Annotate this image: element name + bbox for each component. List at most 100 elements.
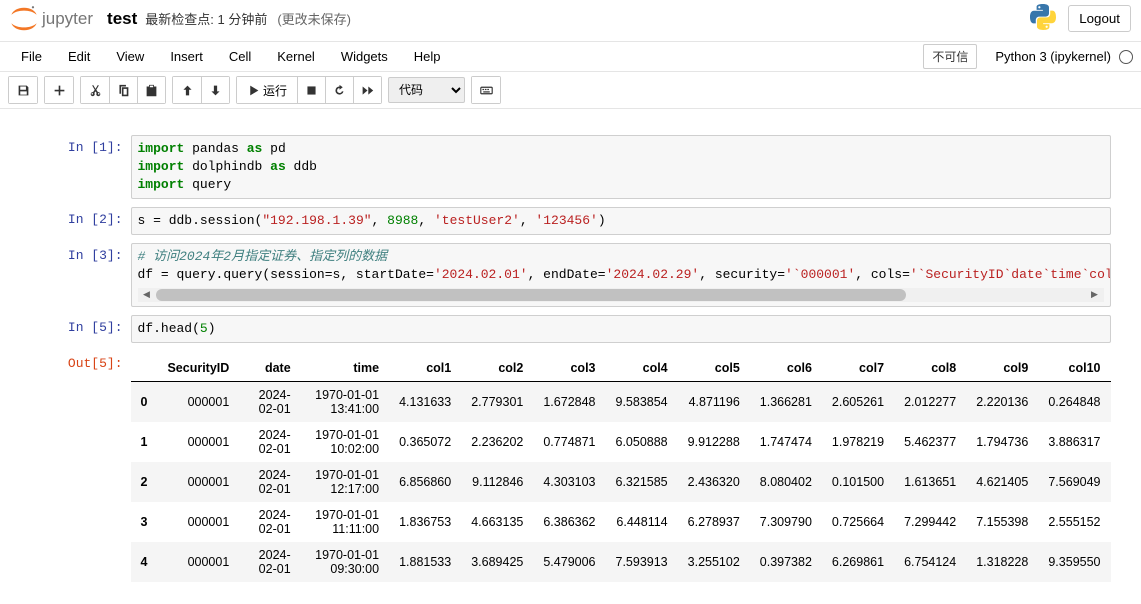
- table-cell: 2024-02-01: [239, 382, 300, 423]
- fast-forward-icon: [361, 84, 374, 97]
- table-cell: 1.366281: [750, 382, 822, 423]
- table-row: 00000012024-02-011970-01-01 13:41:004.13…: [131, 382, 1111, 423]
- code-cell[interactable]: In [5]:df.head(5): [31, 315, 1111, 343]
- table-header: col2: [461, 355, 533, 382]
- command-palette-button[interactable]: [472, 77, 500, 103]
- input-prompt: In [1]:: [31, 135, 131, 199]
- copy-icon: [117, 84, 130, 97]
- scroll-left-icon[interactable]: ◀: [140, 288, 154, 302]
- table-cell: 1.881533: [389, 542, 461, 582]
- save-button[interactable]: [9, 77, 37, 103]
- table-cell: 6.278937: [678, 502, 750, 542]
- horizontal-scrollbar[interactable]: ◀▶: [138, 288, 1104, 302]
- output-area: SecurityIDdatetimecol1col2col3col4col5co…: [131, 351, 1111, 586]
- menu-view[interactable]: View: [103, 42, 157, 71]
- table-cell: 2.220136: [966, 382, 1038, 423]
- table-cell: 8.080402: [750, 462, 822, 502]
- restart-run-all-button[interactable]: [353, 77, 381, 103]
- table-cell: 1970-01-01 12:17:00: [301, 462, 389, 502]
- table-cell: 7.593913: [606, 542, 678, 582]
- table-header: col3: [533, 355, 605, 382]
- run-button[interactable]: 运行: [237, 77, 297, 103]
- table-header: col6: [750, 355, 822, 382]
- table-cell: 7.569049: [1038, 462, 1110, 502]
- table-cell: 2.236202: [461, 422, 533, 462]
- menu-edit[interactable]: Edit: [55, 42, 103, 71]
- row-index: 4: [131, 542, 158, 582]
- table-cell: 9.112846: [461, 462, 533, 502]
- cell-type-select[interactable]: 代码: [388, 77, 465, 103]
- menu-insert[interactable]: Insert: [157, 42, 216, 71]
- scroll-right-icon[interactable]: ▶: [1088, 288, 1102, 302]
- table-cell: 5.479006: [533, 542, 605, 582]
- kernel-name[interactable]: Python 3 (ipykernel): [995, 49, 1111, 64]
- toolbar: 运行 代码: [0, 72, 1141, 109]
- table-cell: 1.836753: [389, 502, 461, 542]
- table-row: 20000012024-02-011970-01-01 12:17:006.85…: [131, 462, 1111, 502]
- table-header: time: [301, 355, 389, 382]
- menu-help[interactable]: Help: [401, 42, 454, 71]
- table-cell: 1.794736: [966, 422, 1038, 462]
- table-cell: 0.774871: [533, 422, 605, 462]
- table-header: col9: [966, 355, 1038, 382]
- move-down-button[interactable]: [201, 77, 229, 103]
- code-cell[interactable]: In [3]:# 访问2024年2月指定证券、指定列的数据 df = query…: [31, 243, 1111, 307]
- table-cell: 0.365072: [389, 422, 461, 462]
- input-area[interactable]: s = ddb.session("192.198.1.39", 8988, 't…: [131, 207, 1111, 235]
- table-cell: 1970-01-01 11:11:00: [301, 502, 389, 542]
- table-cell: 0.725664: [822, 502, 894, 542]
- menu-cell[interactable]: Cell: [216, 42, 264, 71]
- table-cell: 2.605261: [822, 382, 894, 423]
- interrupt-button[interactable]: [297, 77, 325, 103]
- table-row: 40000012024-02-011970-01-01 09:30:001.88…: [131, 542, 1111, 582]
- table-cell: 4.303103: [533, 462, 605, 502]
- table-cell: 6.754124: [894, 542, 966, 582]
- code-cell[interactable]: In [1]:import pandas as pd import dolphi…: [31, 135, 1111, 199]
- row-index: 3: [131, 502, 158, 542]
- insert-cell-button[interactable]: [45, 77, 73, 103]
- notebook-container: In [1]:import pandas as pd import dolphi…: [21, 125, 1121, 604]
- scroll-thumb[interactable]: [156, 289, 906, 301]
- paste-button[interactable]: [137, 77, 165, 103]
- table-cell: 6.050888: [606, 422, 678, 462]
- code-cell[interactable]: In [2]:s = ddb.session("192.198.1.39", 8…: [31, 207, 1111, 235]
- jupyter-logo[interactable]: jupyter: [10, 5, 93, 33]
- table-cell: 1.672848: [533, 382, 605, 423]
- table-cell: 6.386362: [533, 502, 605, 542]
- table-header: SecurityID: [157, 355, 239, 382]
- table-cell: 2.436320: [678, 462, 750, 502]
- table-cell: 1.613651: [894, 462, 966, 502]
- row-index: 1: [131, 422, 158, 462]
- table-cell: 1.978219: [822, 422, 894, 462]
- table-cell: 0.397382: [750, 542, 822, 582]
- table-cell: 2.012277: [894, 382, 966, 423]
- input-prompt: In [2]:: [31, 207, 131, 235]
- table-cell: 7.309790: [750, 502, 822, 542]
- menu-file[interactable]: File: [8, 42, 55, 71]
- table-cell: 1970-01-01 10:02:00: [301, 422, 389, 462]
- menu-kernel[interactable]: Kernel: [264, 42, 328, 71]
- move-up-button[interactable]: [173, 77, 201, 103]
- logout-button[interactable]: Logout: [1068, 5, 1131, 32]
- menu-widgets[interactable]: Widgets: [328, 42, 401, 71]
- trusted-indicator[interactable]: 不可信: [923, 44, 977, 69]
- table-cell: 6.269861: [822, 542, 894, 582]
- table-cell: 6.321585: [606, 462, 678, 502]
- table-cell: 1970-01-01 09:30:00: [301, 542, 389, 582]
- copy-button[interactable]: [109, 77, 137, 103]
- table-header: col1: [389, 355, 461, 382]
- input-area[interactable]: df.head(5): [131, 315, 1111, 343]
- notebook-title[interactable]: test: [107, 9, 137, 29]
- table-cell: 000001: [157, 462, 239, 502]
- output-prompt: Out[5]:: [31, 351, 131, 586]
- table-header: col7: [822, 355, 894, 382]
- cut-button[interactable]: [81, 77, 109, 103]
- arrow-up-icon: [181, 84, 194, 97]
- restart-button[interactable]: [325, 77, 353, 103]
- table-cell: 6.448114: [606, 502, 678, 542]
- run-label: 运行: [263, 82, 287, 99]
- table-cell: 1970-01-01 13:41:00: [301, 382, 389, 423]
- input-area[interactable]: import pandas as pd import dolphindb as …: [131, 135, 1111, 199]
- table-cell: 3.886317: [1038, 422, 1110, 462]
- input-area[interactable]: # 访问2024年2月指定证券、指定列的数据 df = query.query(…: [131, 243, 1111, 307]
